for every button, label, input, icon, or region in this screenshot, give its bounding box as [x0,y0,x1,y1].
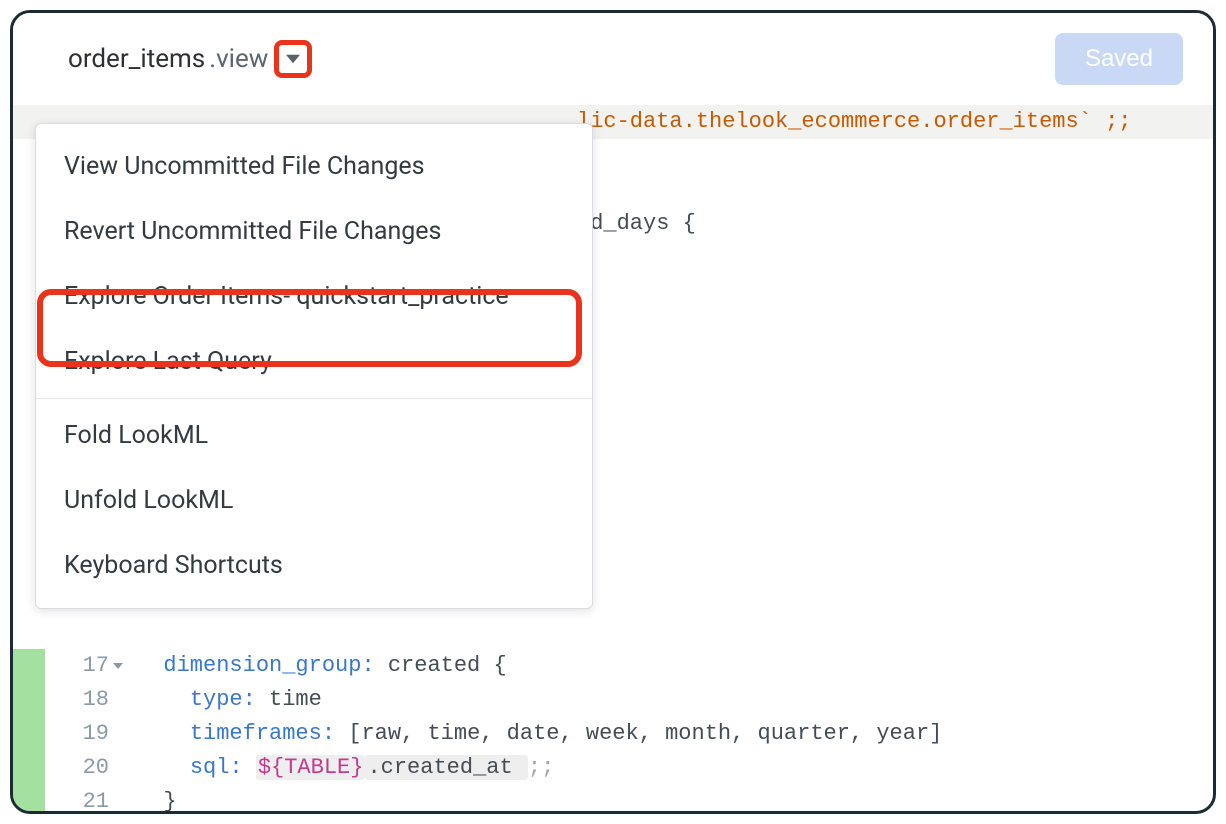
line-number[interactable]: 19 [45,717,123,751]
code-token-macro: ${TABLE} [256,755,366,780]
code-line-19: 19 timeframes: [raw, time, date, week, m… [13,717,1213,751]
code-token: created [388,653,480,678]
gutter-marker-modified [13,649,45,683]
caret-down-icon [286,52,300,66]
file-title-ext: .view [209,44,268,74]
code-token: ed_days { [577,211,696,236]
code-token: ;; [528,755,554,780]
code-token: { [480,653,506,678]
code-token: timeframes: [190,721,335,746]
code-token: sql: [190,755,243,780]
line-number[interactable]: 20 [45,751,123,785]
menu-item-unfold-lookml[interactable]: Unfold LookML [36,468,592,533]
saved-button[interactable]: Saved [1055,33,1183,85]
menu-item-explore-order-items[interactable]: Explore Order Items- quickstart_practice [36,264,592,329]
code-token: dimension_group: [163,653,374,678]
menu-item-keyboard-shortcuts[interactable]: Keyboard Shortcuts [36,533,592,598]
editor-header: order_items.view Saved [13,13,1213,105]
menu-item-revert-uncommitted[interactable]: Revert Uncommitted File Changes [36,199,592,264]
editor-window: order_items.view Saved lic-data.thelook_… [10,10,1216,814]
gutter-marker-modified [13,751,45,785]
menu-item-fold-lookml[interactable]: Fold LookML [36,403,592,468]
code-line [13,615,1213,649]
file-context-menu: View Uncommitted File Changes Revert Unc… [35,123,593,609]
menu-item-view-uncommitted[interactable]: View Uncommitted File Changes [36,134,592,199]
line-number[interactable]: 21 [45,785,123,814]
line-number[interactable]: 18 [45,683,123,717]
code-token: time [256,687,322,712]
code-token: lic-data.thelook_ecommerce.order_items` … [577,109,1132,134]
code-line-18: 18 type: time [13,683,1213,717]
code-token: type: [190,687,256,712]
gutter-marker-modified [13,785,45,814]
code-token: } [163,789,176,814]
code-token: [raw, time, date, week, month, quarter, … [335,721,942,746]
file-menu-dropdown-button[interactable] [274,40,312,78]
line-number[interactable]: 17 [45,649,123,683]
gutter-marker-modified [13,683,45,717]
code-token: .created_at [365,755,527,780]
menu-item-explore-last-query[interactable]: Explore Last Query [36,329,592,394]
code-line-20: 20 sql: ${TABLE}.created_at ;; [13,751,1213,785]
gutter-marker-modified [13,717,45,751]
file-title-base: order_items [68,44,205,74]
code-line-17: 17 dimension_group: created { [13,649,1213,683]
code-line-21: 21 } [13,785,1213,814]
file-title: order_items.view [68,40,312,78]
menu-separator [36,398,592,399]
